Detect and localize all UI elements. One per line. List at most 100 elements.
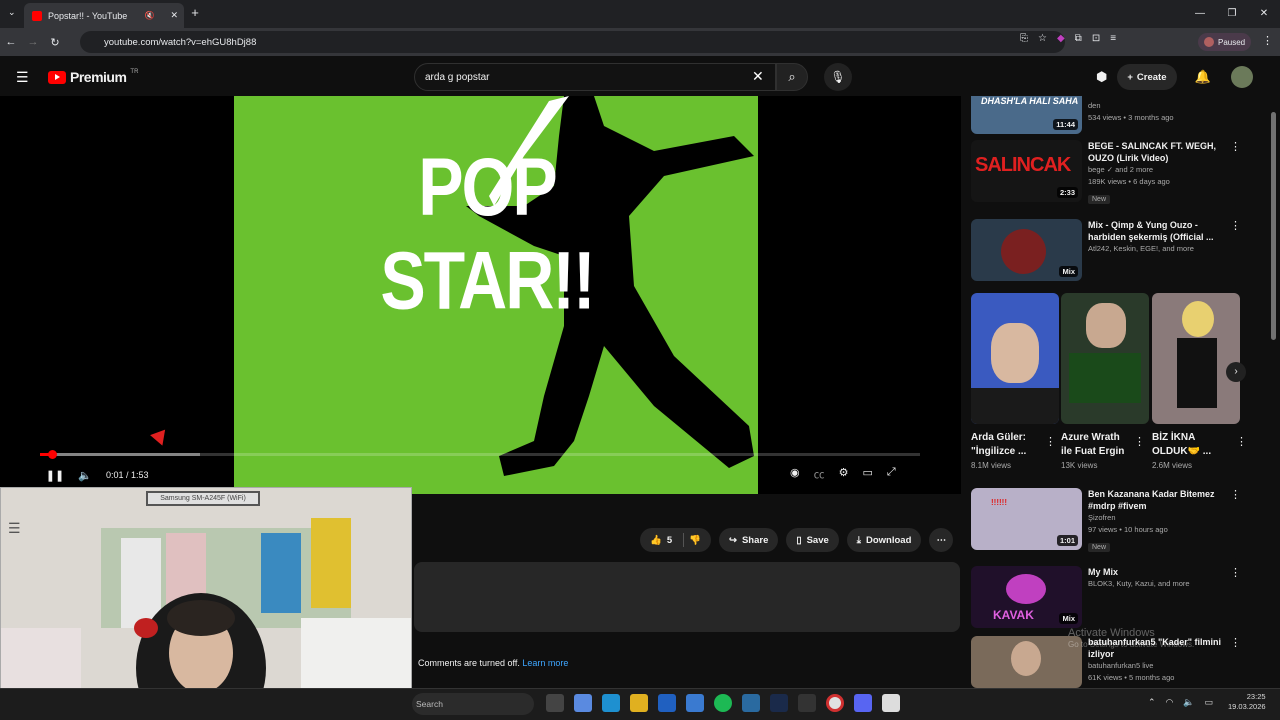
more-options-icon[interactable]: ⋮	[1134, 435, 1145, 448]
account-avatar[interactable]	[1230, 66, 1253, 88]
description-box[interactable]	[414, 562, 960, 632]
more-actions-button[interactable]: ⋯	[929, 528, 954, 552]
like-button[interactable]: 👍 5 👎	[640, 528, 711, 552]
reload-icon[interactable]: ↻	[44, 36, 66, 49]
spotify-icon[interactable]	[714, 694, 732, 712]
extension-icon[interactable]: ◆	[1057, 33, 1065, 44]
pause-icon[interactable]: ❚❚	[40, 469, 70, 482]
mix-thumbnail[interactable]: KAVAK Mix	[971, 566, 1082, 628]
scrubber-handle[interactable]	[48, 450, 57, 459]
sidebar-scrollbar[interactable]	[1271, 112, 1276, 340]
video-title[interactable]: Ben Kazanana Kadar Bitemez #mdrp #fivem	[1088, 488, 1241, 512]
forward-icon[interactable]: →	[22, 36, 44, 48]
list-item[interactable]: SALINCAK 2:33 BEGE - SALINCAK FT. WEGH, …	[971, 140, 1241, 206]
save-button[interactable]: ▯ Save	[786, 528, 839, 552]
short-title[interactable]: Azure Wrath ile Fuat Ergin	[1061, 431, 1131, 459]
volume-icon[interactable]: 🔈	[70, 469, 100, 482]
cast-icon[interactable]: ⎘	[1020, 33, 1028, 44]
chrome-icon[interactable]	[826, 694, 844, 712]
media-queue-icon[interactable]: ≡	[1110, 33, 1116, 44]
obs-icon[interactable]	[798, 694, 816, 712]
more-options-icon[interactable]: ⋮	[1236, 435, 1247, 448]
discord-icon[interactable]	[854, 694, 872, 712]
copilot-icon[interactable]	[574, 694, 592, 712]
short-title[interactable]: Arda Güler: "İngilizce ...	[971, 431, 1041, 459]
video-thumbnail[interactable]: DHASH'LA HALI SAHA 11:44	[971, 96, 1082, 134]
video-frame[interactable]: POP STAR!!	[234, 96, 758, 494]
minimize-icon[interactable]: —	[1184, 0, 1216, 28]
wifi-icon[interactable]: ◠	[1166, 697, 1174, 708]
display-icon[interactable]: ▭	[1205, 697, 1214, 708]
share-button[interactable]: ↪ Share	[718, 528, 779, 552]
back-icon[interactable]: ←	[0, 36, 22, 48]
voice-search-icon[interactable]: 🎙	[824, 63, 852, 91]
settings-gear-icon[interactable]: ⚙	[839, 466, 849, 482]
channel-name[interactable]: Şizofren	[1088, 512, 1241, 524]
mix-thumbnail[interactable]: Mix	[971, 219, 1082, 281]
youtube-logo[interactable]: Premium TR	[48, 69, 138, 85]
more-options-icon[interactable]: ⋮	[1230, 488, 1241, 501]
close-window-icon[interactable]: ✕	[1248, 0, 1280, 28]
video-title[interactable]: My Mix	[1088, 566, 1241, 578]
close-tab-icon[interactable]: ✕	[170, 10, 178, 21]
search-button[interactable]: ⌕	[776, 63, 808, 91]
channel-name[interactable]: batuhanfurkan5 live	[1088, 660, 1241, 672]
tab-dropdown-icon[interactable]: ⌄	[8, 7, 16, 18]
volume-tray-icon[interactable]: 🔈	[1183, 697, 1194, 708]
list-item[interactable]: Mix Mix - Qimp & Yung Ouzo - harbiden şe…	[971, 219, 1241, 281]
short-thumbnail[interactable]	[971, 293, 1059, 424]
more-options-icon[interactable]: ⋮	[1230, 566, 1241, 579]
maximize-icon[interactable]: ❐	[1216, 0, 1248, 28]
video-thumbnail[interactable]: !!!!!! 1:01	[971, 488, 1082, 550]
list-item[interactable]: !!!!!! 1:01 Ben Kazanana Kadar Bitemez #…	[971, 488, 1241, 554]
webcam-menu-icon[interactable]: ☰	[8, 520, 21, 537]
captions-icon[interactable]: ㏄	[814, 466, 825, 482]
short-thumbnail[interactable]	[1152, 293, 1240, 424]
profile-button[interactable]: Paused	[1198, 33, 1252, 51]
notifications-bell-icon[interactable]: 🔔	[1195, 69, 1211, 85]
browser-tab[interactable]: Popstar!! - YouTube 🔇 ✕	[24, 3, 184, 28]
channel-name[interactable]: bege ✓ and 2 more	[1088, 164, 1241, 176]
search-input[interactable]: arda g popstar	[414, 63, 776, 91]
menu-icon[interactable]: ☰	[16, 69, 29, 86]
new-tab-button[interactable]: +	[188, 6, 202, 20]
store-icon[interactable]	[658, 694, 676, 712]
outlook-icon[interactable]	[686, 694, 704, 712]
mute-tab-icon[interactable]: 🔇	[144, 11, 154, 20]
more-options-icon[interactable]: ⋮	[1230, 140, 1241, 153]
settings-app-icon[interactable]	[742, 694, 760, 712]
learn-more-link[interactable]: Learn more	[522, 658, 568, 668]
task-view-icon[interactable]	[546, 694, 564, 712]
download-button[interactable]: ⤓ Download	[846, 528, 922, 552]
more-options-icon[interactable]: ⋮	[1230, 219, 1241, 232]
file-explorer-icon[interactable]	[630, 694, 648, 712]
thumbs-down-icon[interactable]: 👎	[689, 535, 701, 546]
short-title[interactable]: BİZ İKNA OLDUK🤝 ...	[1152, 431, 1222, 459]
address-bar[interactable]: youtube.com/watch?v=ehGU8hDj88	[80, 31, 1065, 53]
autoplay-toggle-icon[interactable]: ◉	[790, 466, 800, 482]
create-button[interactable]: + Create	[1117, 64, 1177, 90]
video-thumbnail[interactable]: SALINCAK 2:33	[971, 140, 1082, 202]
screenshot-icon[interactable]: ⊡	[1092, 33, 1100, 44]
tray-chevron-icon[interactable]: ⌃	[1148, 697, 1156, 708]
browser-menu-icon[interactable]: ⋮	[1262, 34, 1273, 47]
steam-icon[interactable]	[770, 694, 788, 712]
cast-device-icon[interactable]: ⬢	[1096, 69, 1107, 85]
more-options-icon[interactable]: ⋮	[1045, 435, 1056, 448]
chevron-right-icon[interactable]: ›	[1226, 362, 1246, 382]
list-item[interactable]: DHASH'LA HALI SAHA 11:44 den 534 views •…	[971, 96, 1241, 134]
video-title[interactable]: BEGE - SALINCAK FT. WEGH, OUZO (Lirik Vi…	[1088, 140, 1241, 164]
clear-search-icon[interactable]: ✕	[752, 68, 764, 85]
bookmark-star-icon[interactable]: ☆	[1038, 33, 1047, 44]
short-thumbnail[interactable]	[1061, 293, 1149, 424]
theater-mode-icon[interactable]: ▭	[862, 466, 872, 482]
list-item[interactable]: KAVAK Mix My Mix BLOK3, Kuty, Kazui, and…	[971, 566, 1241, 628]
edge-icon[interactable]	[602, 694, 620, 712]
more-options-icon[interactable]: ⋮	[1230, 636, 1241, 649]
taskbar-clock[interactable]: 23:25 19.03.2026	[1228, 692, 1266, 712]
app-icon[interactable]	[882, 694, 900, 712]
video-thumbnail[interactable]	[971, 636, 1082, 688]
puzzle-icon[interactable]: ⧉	[1075, 33, 1082, 44]
fullscreen-icon[interactable]: ⤢	[887, 466, 896, 482]
taskbar-search[interactable]: Search	[412, 693, 534, 715]
